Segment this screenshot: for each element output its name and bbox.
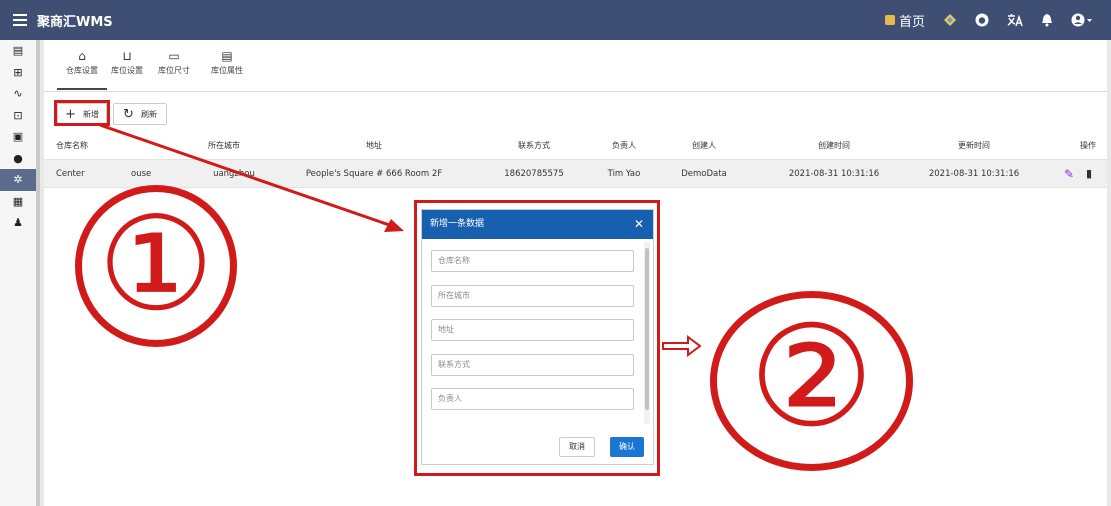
annotation-hollow-arrow — [662, 335, 702, 357]
step-two-marker: ② — [710, 291, 913, 471]
step-two-text: ② — [748, 296, 875, 459]
